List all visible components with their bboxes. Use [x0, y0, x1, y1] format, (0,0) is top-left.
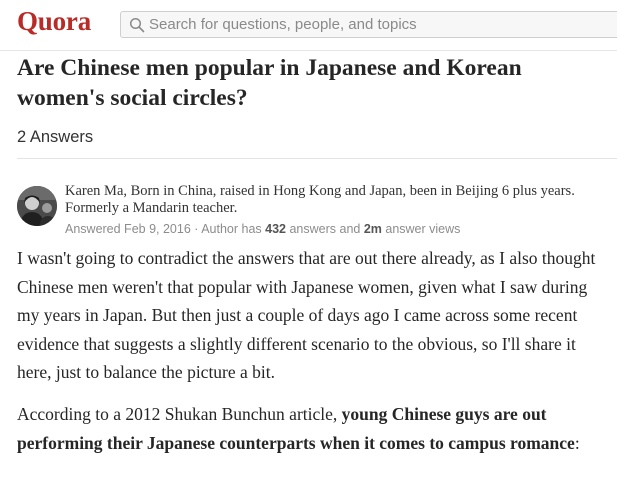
answer-count: 2 Answers: [17, 128, 94, 146]
question-title[interactable]: Are Chinese men popular in Japanese and …: [17, 53, 607, 113]
author-avatar[interactable]: [17, 186, 57, 226]
views-count: 2m: [363, 222, 382, 236]
paragraph-end: :: [574, 432, 580, 453]
answer-meta: Answered Feb 9, 2016 · Author has 432 an…: [65, 222, 460, 236]
search-bar[interactable]: [120, 11, 617, 38]
divider: [17, 158, 617, 159]
top-header: Quora: [0, 0, 617, 51]
quora-logo[interactable]: Quora: [17, 6, 91, 37]
search-input[interactable]: [149, 16, 609, 33]
author-credential[interactable]: Karen Ma, Born in China, raised in Hong …: [65, 183, 610, 217]
answered-date[interactable]: Answered Feb 9, 2016: [65, 222, 191, 236]
search-icon: [129, 17, 145, 33]
answer-paragraph: According to a 2012 Shukan Bunchun artic…: [17, 400, 613, 457]
paragraph-intro: According to a 2012 Shukan Bunchun artic…: [17, 404, 342, 424]
meta-separator: · Author has: [190, 222, 266, 236]
answers-count: 432: [265, 222, 286, 236]
views-label: answer views: [381, 222, 461, 236]
answers-label: answers and: [286, 222, 364, 236]
answer-paragraph: I wasn't going to contradict the answers…: [17, 248, 596, 382]
